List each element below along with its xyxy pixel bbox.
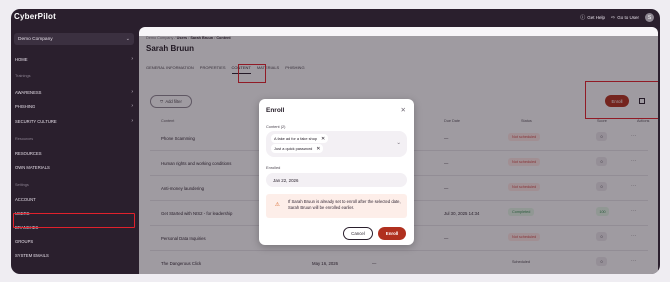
- chevron-right-icon: ›: [131, 103, 133, 109]
- content-select[interactable]: A fake ad for a fake shop ✕ Just a quick…: [266, 131, 407, 157]
- content-chip: A fake ad for a fake shop ✕: [271, 134, 329, 143]
- sidebar-item-label: GROUPS: [15, 239, 34, 244]
- sidebar-item-label: RESOURCES: [15, 151, 42, 156]
- chevron-right-icon: ›: [131, 56, 133, 62]
- sidebar-item-label: SYSTEM EMAILS: [15, 253, 49, 258]
- remove-chip-icon[interactable]: ✕: [321, 136, 325, 142]
- enrolled-label: Enrolled: [266, 165, 281, 170]
- enrolled-date-field[interactable]: Jan 22, 2026: [266, 173, 407, 187]
- company-name: Demo Company: [18, 36, 53, 42]
- arrow-right-icon: ⇨: [611, 14, 616, 21]
- chip-label: Just a quick password: [274, 146, 313, 151]
- chevron-down-icon: ⌄: [125, 36, 130, 42]
- sidebar-item-security-culture[interactable]: SECURITY CULTURE ›: [15, 118, 133, 124]
- sidebar-group-settings: Settings: [15, 183, 29, 187]
- sidebar-item-label: PHISHING: [15, 103, 36, 109]
- sidebar-item-phishing[interactable]: PHISHING ›: [15, 103, 133, 109]
- remove-chip-icon[interactable]: ✕: [316, 146, 320, 152]
- sidebar-item-home[interactable]: HOME ›: [15, 56, 133, 62]
- sidebar-item-own-materials[interactable]: OWN MATERIALS: [15, 165, 133, 170]
- logo: CyberPilot: [14, 12, 57, 21]
- go-to-user-label: Go to User: [617, 15, 639, 20]
- cancel-button[interactable]: Cancel: [343, 227, 373, 240]
- sidebar-item-label: HOME: [15, 56, 28, 62]
- confirm-enroll-button[interactable]: Enroll: [378, 227, 406, 240]
- chevron-down-icon[interactable]: ⌄: [396, 140, 401, 146]
- content-label: Content (2): [266, 124, 286, 129]
- sidebar-item-awareness[interactable]: AWARENESS ›: [15, 89, 133, 95]
- company-selector[interactable]: Demo Company ⌄: [14, 33, 134, 45]
- sidebar-item-account[interactable]: ACCOUNT: [15, 197, 133, 202]
- content-chip: Just a quick password ✕: [271, 144, 324, 153]
- top-actions: ⓘ Get Help ⇨ Go to User S: [580, 13, 654, 22]
- sidebar-group-resources: Resources: [15, 137, 34, 141]
- highlight-box-users: [13, 213, 135, 228]
- sidebar-item-label: AWARENESS: [15, 89, 42, 95]
- sidebar-item-label: OWN MATERIALS: [15, 165, 50, 170]
- sidebar-item-resources[interactable]: RESOURCES: [15, 151, 133, 156]
- sidebar: Demo Company ⌄ HOME › Trainings AWARENES…: [11, 27, 138, 274]
- warning-text: If Sarah Bruun is already set to enroll …: [288, 199, 401, 210]
- topbar: CyberPilot ⓘ Get Help ⇨ Go to User S: [11, 9, 660, 27]
- warning-alert: ⚠ If Sarah Bruun is already set to enrol…: [266, 194, 407, 218]
- chevron-right-icon: ›: [131, 89, 133, 95]
- help-icon: ⓘ: [580, 15, 586, 21]
- enroll-dialog: Enroll ✕ Content (2) A fake ad for a fak…: [259, 99, 414, 245]
- sidebar-item-label: ACCOUNT: [15, 197, 36, 202]
- dialog-title: Enroll: [266, 107, 285, 114]
- chevron-right-icon: ›: [131, 118, 133, 124]
- sidebar-item-groups[interactable]: GROUPS: [15, 239, 133, 244]
- sidebar-item-label: SECURITY CULTURE: [15, 118, 57, 124]
- get-help-label: Get Help: [587, 15, 606, 20]
- close-icon[interactable]: ✕: [401, 106, 406, 114]
- avatar[interactable]: S: [645, 13, 654, 22]
- warning-icon: ⚠: [275, 202, 280, 208]
- get-help-link[interactable]: ⓘ Get Help: [580, 14, 605, 21]
- sidebar-group-trainings: Trainings: [15, 74, 31, 78]
- go-to-user-link[interactable]: ⇨ Go to User: [611, 15, 639, 21]
- chip-label: A fake ad for a fake shop: [274, 136, 318, 141]
- sidebar-item-system-emails[interactable]: SYSTEM EMAILS: [15, 253, 133, 258]
